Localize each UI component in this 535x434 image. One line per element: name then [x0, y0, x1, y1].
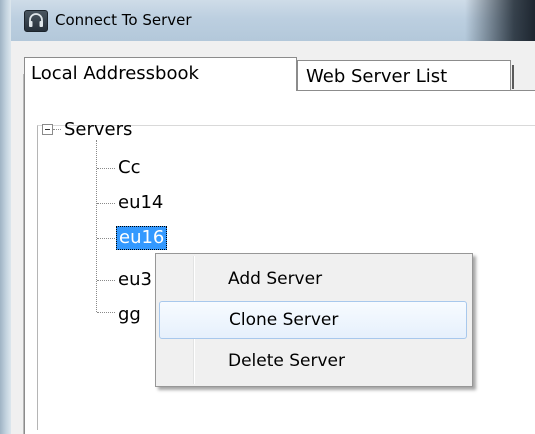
tree-connector — [53, 129, 61, 130]
headset-icon — [24, 10, 48, 32]
collapse-toggle-icon[interactable] — [42, 124, 53, 135]
tree-node-server[interactable]: gg — [118, 304, 141, 326]
connect-dialog: Connect To Server Local Addressbook Web … — [0, 0, 535, 434]
menu-item-clone-server[interactable]: Clone Server — [159, 301, 467, 339]
menu-item-add-server[interactable]: Add Server — [159, 261, 467, 299]
menu-item-delete-server[interactable]: Delete Server — [159, 343, 467, 381]
window-left-border — [0, 0, 11, 434]
tree-node-server[interactable]: eu14 — [118, 192, 163, 214]
tree-connector — [97, 203, 115, 204]
tree-node-server[interactable]: eu3 — [118, 269, 152, 291]
tree-left-border — [23, 74, 24, 434]
context-menu: Add Server Clone Server Delete Server — [155, 253, 473, 387]
tree-connector — [97, 168, 115, 169]
tab-divider — [512, 65, 514, 89]
tree-node-server[interactable]: Cc — [118, 157, 140, 179]
title-bar[interactable]: Connect To Server — [11, 0, 535, 41]
tree-connector-vertical — [96, 140, 97, 312]
tree-connector — [97, 312, 115, 313]
title-bar-shading — [465, 0, 535, 41]
window-title: Connect To Server — [55, 11, 192, 29]
tree-node-server-selected[interactable]: eu16 — [116, 226, 168, 250]
tree-connector — [97, 238, 115, 239]
tab-local-addressbook[interactable]: Local Addressbook — [24, 57, 297, 91]
tree-node-servers[interactable]: Servers — [64, 119, 132, 141]
tree-connector — [97, 280, 115, 281]
tab-web-server-list[interactable]: Web Server List — [297, 60, 511, 91]
